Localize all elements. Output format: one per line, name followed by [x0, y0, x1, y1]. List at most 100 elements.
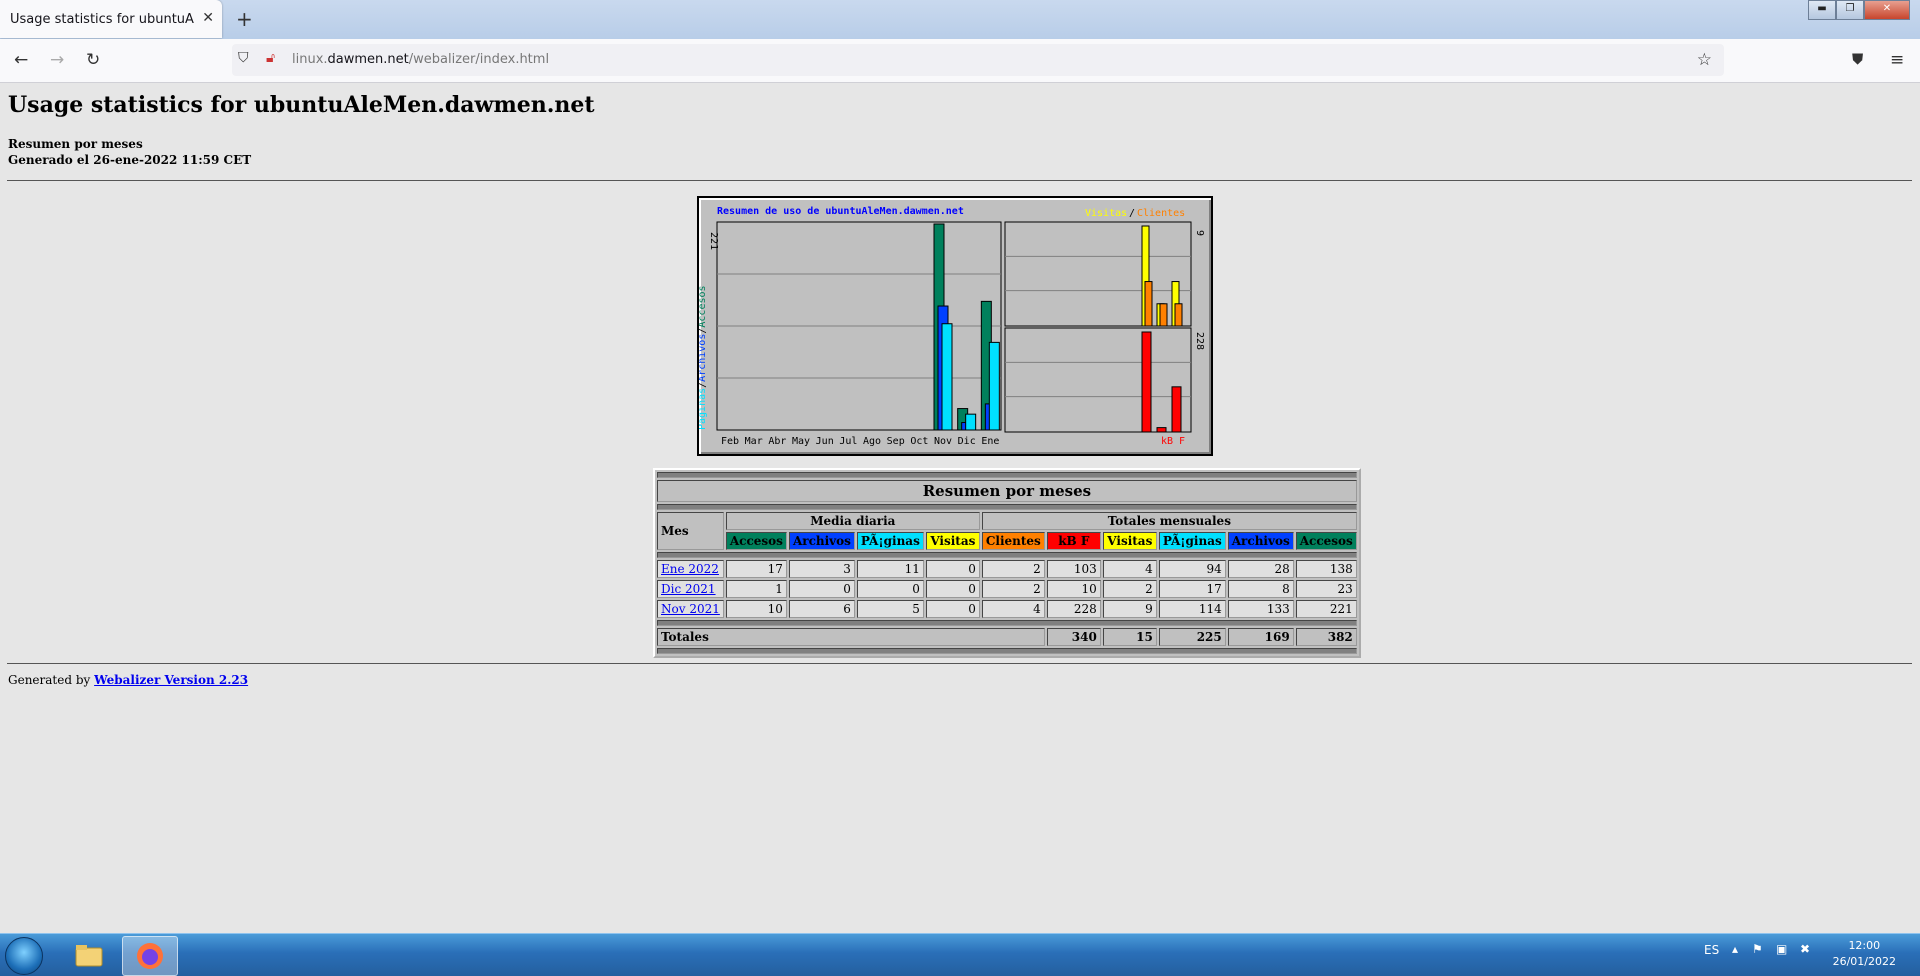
- value-cell: 138: [1295, 560, 1357, 578]
- footer: Generated by Webalizer Version 2.23: [8, 673, 248, 687]
- x-tick-label: Mar: [745, 436, 763, 447]
- footer-divider: [7, 663, 1912, 664]
- legend-clientes: Clientes: [1137, 208, 1185, 219]
- generated-date: Generado el 26-ene-2022 11:59 CET: [8, 153, 252, 167]
- bookmark-star-icon[interactable]: ☆: [1697, 50, 1712, 70]
- header-cell: Accesos: [725, 532, 787, 550]
- value-cell: 10: [1046, 580, 1101, 598]
- divider: [7, 180, 1912, 181]
- window-controls: ▬ ❐ ✕: [1808, 0, 1910, 20]
- chart-title: Resumen de uso de ubuntuAleMen.dawmen.ne…: [717, 206, 964, 217]
- url-text[interactable]: linux.dawmen.net/webalizer/index.html: [292, 52, 549, 67]
- x-tick-label: Oct: [910, 436, 928, 447]
- menu-icon[interactable]: ≡: [1890, 50, 1904, 70]
- bar-clientes: [1174, 303, 1183, 327]
- value-cell: 4: [981, 600, 1045, 618]
- reload-icon[interactable]: ↻: [86, 50, 100, 70]
- maximize-button[interactable]: ❐: [1836, 0, 1864, 20]
- usage-chart: Resumen de uso de ubuntuAleMen.dawmen.ne…: [696, 196, 1213, 456]
- taskbar: ES ▴ ⚑ ▣ ✖ 12:00 26/01/2022: [0, 933, 1920, 976]
- x-tick-label: Nov: [934, 436, 952, 447]
- browser-titlebar: Usage statistics for ubuntuAleMen.c ✕ + …: [0, 0, 1920, 39]
- right-top-max: 9: [1194, 230, 1205, 236]
- left-axis-label: Páginas/Archivos/Accesos: [699, 285, 708, 430]
- value-cell: 228: [1046, 600, 1101, 618]
- bar-páginas: [965, 413, 977, 431]
- value-cell: 23: [1295, 580, 1357, 598]
- shield-icon[interactable]: ⛉: [238, 50, 249, 66]
- action-center-flag-icon[interactable]: ⚑: [1752, 942, 1763, 956]
- language-indicator[interactable]: ES: [1704, 943, 1719, 957]
- tray-expand-icon[interactable]: ▴: [1732, 942, 1738, 956]
- close-tab-icon[interactable]: ✕: [202, 10, 214, 26]
- close-window-button[interactable]: ✕: [1864, 0, 1910, 20]
- folder-icon: [75, 945, 103, 967]
- legend-separator: /: [1129, 208, 1135, 219]
- pocket-icon[interactable]: ⛊: [1852, 50, 1863, 68]
- month-link[interactable]: Nov 2021: [661, 602, 720, 616]
- firefox-icon: [137, 943, 163, 969]
- value-cell: 6: [788, 600, 855, 618]
- network-icon[interactable]: ▣: [1776, 942, 1787, 956]
- table-body: Ene 2022 17 3 11 0 2 103 4 94 28 138 Dic 2021 1 0 0 0 2 1…: [657, 560, 1357, 618]
- start-button[interactable]: [5, 937, 43, 975]
- value-cell: 0: [925, 600, 980, 618]
- x-tick-label: Jun: [816, 436, 834, 447]
- legend-visitas: Visitas: [1085, 208, 1127, 219]
- total-cell: 225: [1158, 628, 1226, 646]
- value-cell: 114: [1158, 600, 1226, 618]
- totals-row: Totales 340 15 225 169 382: [657, 628, 1357, 646]
- left-axis-max: 221: [708, 232, 719, 250]
- header-cell: PÃ¡ginas: [1158, 532, 1226, 550]
- value-cell: 0: [856, 580, 924, 598]
- header-cell: kB F: [1046, 532, 1101, 550]
- totals-label: Totales: [657, 628, 1045, 646]
- header-cell: Clientes: [981, 532, 1045, 550]
- month-link[interactable]: Ene 2022: [661, 562, 719, 576]
- value-cell: 0: [788, 580, 855, 598]
- x-tick-label: Feb: [721, 436, 739, 447]
- group-daily: Media diaria: [725, 512, 980, 530]
- month-link[interactable]: Dic 2021: [661, 582, 716, 596]
- summary-table: Resumen por meses Mes Media diaria Total…: [653, 468, 1361, 658]
- value-cell: 0: [925, 580, 980, 598]
- webalizer-link[interactable]: Webalizer Version 2.23: [94, 673, 248, 687]
- system-clock[interactable]: 12:00 26/01/2022: [1833, 938, 1896, 970]
- new-tab-button[interactable]: +: [236, 7, 253, 31]
- forward-arrow-icon[interactable]: →: [50, 50, 64, 70]
- value-cell: 2: [981, 580, 1045, 598]
- x-tick-label: May: [792, 436, 810, 447]
- insecure-lock-icon[interactable]: 🔓︎: [266, 50, 275, 66]
- value-cell: 4: [1102, 560, 1157, 578]
- table-row: Nov 2021 10 6 5 0 4 228 9 114 133 221: [657, 600, 1357, 618]
- right-bottom-max: 228: [1194, 332, 1205, 350]
- tab-title: Usage statistics for ubuntuAleMen.c: [10, 11, 195, 27]
- header-cell: PÃ¡ginas: [856, 532, 924, 550]
- volume-muted-icon[interactable]: ✖: [1800, 942, 1810, 956]
- value-cell: 133: [1227, 600, 1294, 618]
- value-cell: 221: [1295, 600, 1357, 618]
- back-arrow-icon[interactable]: ←: [14, 50, 28, 70]
- bar-páginas: [941, 323, 953, 431]
- footer-prefix: Generated by: [8, 673, 95, 687]
- header-row: Accesos Archivos PÃ¡ginas Visitas Clientes kB…: [657, 532, 1357, 550]
- x-tick-label: Ene: [981, 436, 999, 447]
- address-bar[interactable]: ⛉ 🔓︎ linux.dawmen.net/webalizer/index.ht…: [232, 44, 1724, 76]
- value-cell: 3: [788, 560, 855, 578]
- header-cell: Visitas: [925, 532, 980, 550]
- clock-time: 12:00: [1848, 939, 1881, 952]
- browser-tab[interactable]: Usage statistics for ubuntuAleMen.c ✕: [0, 0, 222, 38]
- file-explorer-button[interactable]: [62, 936, 116, 974]
- value-cell: 11: [856, 560, 924, 578]
- x-tick-label: Ago: [863, 436, 881, 447]
- minimize-button[interactable]: ▬: [1808, 0, 1836, 20]
- value-cell: 17: [725, 560, 787, 578]
- firefox-taskbar-button[interactable]: [122, 936, 178, 976]
- value-cell: 5: [856, 600, 924, 618]
- bar-kbf: [1156, 427, 1167, 433]
- value-cell: 2: [981, 560, 1045, 578]
- value-cell: 8: [1227, 580, 1294, 598]
- header-cell: Accesos: [1295, 532, 1357, 550]
- x-tick-label: Abr: [768, 436, 786, 447]
- bar-clientes: [1144, 281, 1153, 327]
